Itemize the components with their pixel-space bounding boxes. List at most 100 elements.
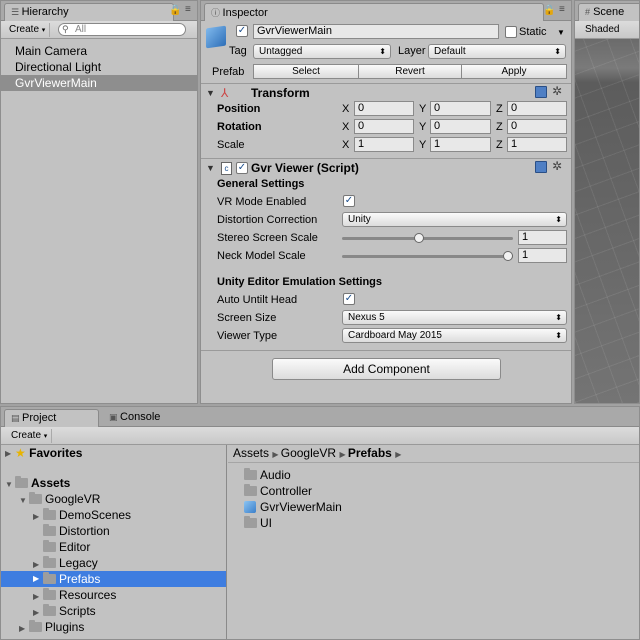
gvr-viewer-enabled-checkbox[interactable]: ✓ <box>236 162 248 174</box>
scale-y-field[interactable]: 1 <box>430 137 491 152</box>
tree-item-favorites[interactable]: ★ Favorites <box>15 445 82 461</box>
foldout-arrow-icon[interactable]: ▼ <box>5 480 13 489</box>
tree-item-legacy[interactable]: Legacy <box>43 555 98 571</box>
foldout-arrow-icon[interactable]: ▶ <box>5 449 11 458</box>
console-tab-icon: ▣ <box>109 412 121 422</box>
foldout-arrow-icon[interactable]: ▶ <box>33 560 39 569</box>
active-checkbox[interactable]: ✓ <box>236 25 248 37</box>
folder-icon <box>43 524 56 536</box>
gear-icon[interactable]: ✲ <box>552 159 562 173</box>
distortion-dropdown[interactable]: Unity ⬍ <box>342 212 567 227</box>
foldout-arrow-icon[interactable]: ▼ <box>206 88 215 98</box>
rotation-x-field[interactable]: 0 <box>354 119 414 134</box>
updown-arrow-icon: ⬍ <box>555 313 562 322</box>
rotation-z-field[interactable]: 0 <box>507 119 567 134</box>
lock-icon[interactable]: 🔒 <box>169 5 181 16</box>
tab-scene[interactable]: # Scene <box>578 3 639 21</box>
tree-item-editor[interactable]: Editor <box>43 539 90 555</box>
transform-header[interactable]: ▼ ⅄ Transform ✲ <box>201 83 571 101</box>
prefab-apply-button[interactable]: Apply <box>461 64 567 79</box>
foldout-arrow-icon[interactable]: ▼ <box>206 163 215 173</box>
tree-label: Assets <box>31 476 71 490</box>
folder-icon <box>244 516 257 528</box>
breadcrumb-googlevr[interactable]: GoogleVR <box>281 446 336 460</box>
tree-item-prefabs[interactable]: ▶ Prefabs <box>1 571 226 587</box>
breadcrumb-assets[interactable]: Assets <box>233 446 269 460</box>
static-dropdown-icon[interactable]: ▼ <box>557 26 565 40</box>
lock-icon[interactable]: 🔒 <box>543 5 555 16</box>
foldout-arrow-icon[interactable]: ▶ <box>19 624 25 633</box>
help-book-icon[interactable] <box>535 86 547 98</box>
object-name-field[interactable]: GvrViewerMain <box>253 24 499 39</box>
asset-item-controller[interactable]: Controller <box>244 483 312 499</box>
dropdown-arrow-icon: ▾ <box>41 27 46 34</box>
tree-item-plugins[interactable]: Plugins <box>29 619 84 635</box>
tree-label: Editor <box>59 540 91 554</box>
stereo-screen-scale-track[interactable] <box>342 237 513 240</box>
tree-label: Prefabs <box>59 572 101 586</box>
gear-icon[interactable]: ✲ <box>552 84 562 98</box>
foldout-arrow-icon[interactable]: ▶ <box>33 571 39 587</box>
vr-mode-checkbox[interactable]: ✓ <box>343 195 355 207</box>
hierarchy-create-button[interactable]: Create ▾ <box>5 23 51 37</box>
tab-inspector[interactable]: ⓘ Inspector <box>204 3 544 21</box>
project-tab-icon: ▤ <box>11 413 23 423</box>
breadcrumb-prefabs[interactable]: Prefabs <box>348 446 392 460</box>
foldout-arrow-icon[interactable]: ▶ <box>33 512 39 521</box>
asset-item-audio[interactable]: Audio <box>244 467 291 483</box>
layer-dropdown[interactable]: Default ⬍ <box>428 44 566 59</box>
rotation-y-label: Y <box>419 121 427 133</box>
tab-project[interactable]: ▤ Project <box>4 409 99 427</box>
neck-model-scale-field[interactable]: 1 <box>518 248 567 263</box>
star-icon: ★ <box>15 446 26 460</box>
asset-item-gvrviewermain[interactable]: GvrViewerMain <box>244 499 342 515</box>
prefab-revert-button[interactable]: Revert <box>358 64 462 79</box>
hierarchy-item-gvrviewermain[interactable]: GvrViewerMain <box>1 75 197 91</box>
scale-z-field[interactable]: 1 <box>507 137 567 152</box>
position-y-field[interactable]: 0 <box>430 101 491 116</box>
panel-menu-icon[interactable]: ≡ <box>559 4 565 15</box>
rotation-y-field[interactable]: 0 <box>430 119 491 134</box>
static-checkbox[interactable] <box>505 26 517 38</box>
updown-arrow-icon: ⬍ <box>554 47 561 56</box>
project-create-button[interactable]: Create ▾ <box>7 429 53 443</box>
scale-x-field[interactable]: 1 <box>354 137 414 152</box>
tab-hierarchy[interactable]: ☰ Hierarchy <box>4 3 174 21</box>
tree-item-distortion[interactable]: Distortion <box>43 523 110 539</box>
foldout-arrow-icon[interactable]: ▶ <box>33 608 39 617</box>
prefab-select-button[interactable]: Select <box>253 64 359 79</box>
tree-item-assets[interactable]: Assets <box>15 475 70 491</box>
favorites-label: Favorites <box>29 446 83 460</box>
auto-untilt-checkbox[interactable]: ✓ <box>343 293 355 305</box>
hierarchy-item-main-camera[interactable]: Main Camera <box>1 43 197 59</box>
panel-menu-icon[interactable]: ≡ <box>185 4 191 15</box>
stereo-screen-scale-knob[interactable] <box>414 233 425 243</box>
help-book-icon[interactable] <box>535 161 547 173</box>
hierarchy-search-input[interactable]: ⚲ All <box>58 23 186 36</box>
scene-viewport[interactable] <box>575 39 639 403</box>
screen-size-dropdown[interactable]: Nexus 5 ⬍ <box>342 310 567 325</box>
position-x-field[interactable]: 0 <box>354 101 414 116</box>
hierarchy-item-directional-light[interactable]: Directional Light <box>1 59 197 75</box>
stereo-screen-scale-field[interactable]: 1 <box>518 230 567 245</box>
foldout-arrow-icon[interactable]: ▶ <box>33 592 39 601</box>
tree-label: DemoScenes <box>59 508 132 522</box>
asset-item-ui[interactable]: UI <box>244 515 272 531</box>
tree-item-googlevr[interactable]: GoogleVR <box>29 491 100 507</box>
tab-console[interactable]: ▣ Console <box>103 409 223 427</box>
add-component-button[interactable]: Add Component <box>272 358 501 380</box>
tree-item-scripts[interactable]: Scripts <box>43 603 96 619</box>
shading-mode-dropdown[interactable]: Shaded <box>581 23 623 37</box>
position-z-field[interactable]: 0 <box>507 101 567 116</box>
scale-z-label: Z <box>496 139 503 151</box>
static-label: Static <box>519 26 547 38</box>
gvr-viewer-header[interactable]: ▼ c ✓ Gvr Viewer (Script) ✲ <box>201 158 571 176</box>
folder-icon <box>29 620 42 632</box>
viewer-type-dropdown[interactable]: Cardboard May 2015 ⬍ <box>342 328 567 343</box>
tree-item-demoscenes[interactable]: DemoScenes <box>43 507 131 523</box>
tag-dropdown[interactable]: Untagged ⬍ <box>253 44 391 59</box>
neck-model-scale-knob[interactable] <box>503 251 513 261</box>
tree-item-resources[interactable]: Resources <box>43 587 116 603</box>
foldout-arrow-icon[interactable]: ▼ <box>19 496 27 505</box>
neck-model-scale-track[interactable] <box>342 255 513 258</box>
